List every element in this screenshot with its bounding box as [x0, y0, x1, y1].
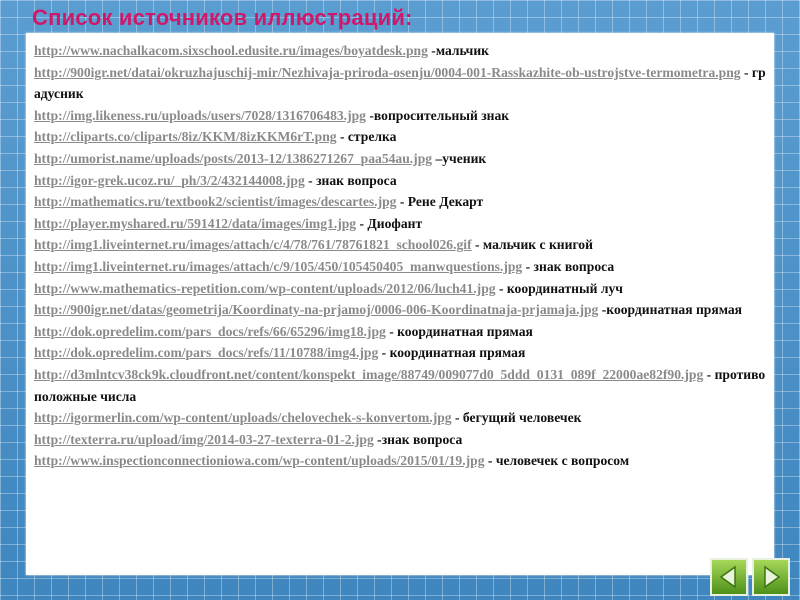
source-link[interactable]: http://900igr.net/datai/okruzhajuschij-m… — [34, 65, 741, 80]
source-link[interactable]: http://img.likeness.ru/uploads/users/702… — [34, 108, 366, 123]
source-entry: http://igor-grek.ucoz.ru/_ph/3/2/4321440… — [34, 170, 768, 192]
source-entry: http://dok.opredelim.com/pars_docs/refs/… — [34, 342, 768, 364]
source-entry: http://www.mathematics-repetition.com/wp… — [34, 278, 768, 300]
source-description: - координатная прямая — [385, 323, 533, 339]
forward-arrow-icon — [764, 565, 781, 589]
source-entry: http://www.nachalkacom.sixschool.edusite… — [34, 40, 768, 62]
back-arrow-icon — [719, 565, 736, 589]
source-link[interactable]: http://www.inspectionconnectioniowa.com/… — [34, 453, 485, 468]
source-description: –ученик — [432, 150, 487, 166]
source-description: - Диофант — [356, 215, 423, 231]
source-entry: http://img1.liveinternet.ru/images/attac… — [34, 234, 768, 256]
source-entry: http://img.likeness.ru/uploads/users/702… — [34, 105, 768, 127]
source-link[interactable]: http://cliparts.co/cliparts/8iz/KKM/8izK… — [34, 129, 337, 144]
source-description: - мальчик с книгой — [471, 237, 593, 253]
source-description: -вопросительный знак — [365, 107, 510, 123]
sources-panel: http://www.nachalkacom.sixschool.edusite… — [26, 33, 774, 575]
source-link[interactable]: http://mathematics.ru/textbook2/scientis… — [34, 194, 396, 209]
source-entry: http://cliparts.co/cliparts/8iz/KKM/8izK… — [34, 126, 768, 148]
source-entry: http://dok.opredelim.com/pars_docs/refs/… — [34, 321, 768, 343]
source-description: -координатная прямая — [598, 302, 743, 318]
source-description: - стрелка — [336, 129, 397, 145]
source-description: - человечек с вопросом — [484, 453, 630, 469]
source-entry: http://igormerlin.com/wp-content/uploads… — [34, 407, 768, 429]
source-description: - координатная прямая — [378, 345, 526, 361]
source-description: -знак вопроса — [373, 431, 463, 447]
source-description: - знак вопроса — [522, 258, 615, 274]
source-link[interactable]: http://igor-grek.ucoz.ru/_ph/3/2/4321440… — [34, 173, 305, 188]
source-entry: http://mathematics.ru/textbook2/scientis… — [34, 191, 768, 213]
source-link[interactable]: http://www.nachalkacom.sixschool.edusite… — [34, 43, 428, 58]
source-description: -мальчик — [427, 43, 490, 58]
source-link[interactable]: http://img1.liveinternet.ru/images/attac… — [34, 237, 472, 252]
source-description: - бегущий человечек — [451, 410, 582, 426]
source-entry: http://d3mlntcv38ck9k.cloudfront.net/con… — [34, 364, 768, 407]
source-link[interactable]: http://igormerlin.com/wp-content/uploads… — [34, 410, 452, 425]
source-link[interactable]: http://texterra.ru/upload/img/2014-03-27… — [34, 432, 374, 447]
source-entry: http://www.inspectionconnectioniowa.com/… — [34, 450, 768, 472]
source-link[interactable]: http://img1.liveinternet.ru/images/attac… — [34, 259, 522, 274]
source-entry: http://umorist.name/uploads/posts/2013-1… — [34, 148, 768, 170]
source-description: - координатный луч — [495, 280, 623, 296]
source-link[interactable]: http://d3mlntcv38ck9k.cloudfront.net/con… — [34, 367, 703, 382]
source-link[interactable]: http://900igr.net/datas/geometrija/Koord… — [34, 302, 598, 317]
source-link[interactable]: http://www.mathematics-repetition.com/wp… — [34, 281, 496, 296]
source-description: - знак вопроса — [304, 172, 397, 188]
source-description: - Рене Декарт — [396, 194, 484, 210]
source-entry: http://texterra.ru/upload/img/2014-03-27… — [34, 429, 768, 451]
source-link[interactable]: http://umorist.name/uploads/posts/2013-1… — [34, 151, 432, 166]
forward-button[interactable] — [752, 558, 790, 596]
source-link[interactable]: http://dok.opredelim.com/pars_docs/refs/… — [34, 324, 386, 339]
source-entry: http://900igr.net/datai/okruzhajuschij-m… — [34, 62, 768, 105]
source-entry: http://img1.liveinternet.ru/images/attac… — [34, 256, 768, 278]
source-entry: http://player.myshared.ru/591412/data/im… — [34, 213, 768, 235]
back-button[interactable] — [710, 558, 748, 596]
source-link[interactable]: http://dok.opredelim.com/pars_docs/refs/… — [34, 345, 378, 360]
source-entry: http://900igr.net/datas/geometrija/Koord… — [34, 299, 768, 321]
source-link[interactable]: http://player.myshared.ru/591412/data/im… — [34, 216, 356, 231]
page-title: Список источников иллюстраций: — [32, 5, 413, 30]
